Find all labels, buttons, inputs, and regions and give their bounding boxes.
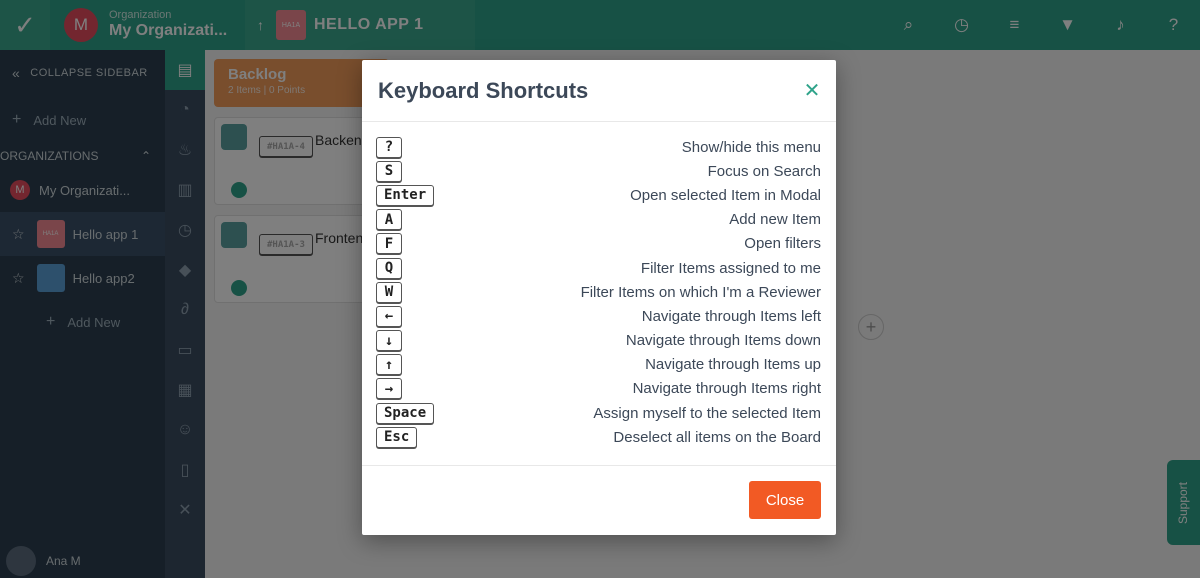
shortcut-row: S Focus on Search [376, 159, 821, 183]
modal-footer: Close [362, 466, 836, 534]
shortcut-row: Esc Deselect all items on the Board [376, 425, 821, 449]
shortcut-row: Enter Open selected Item in Modal [376, 183, 821, 207]
shortcut-row: ↑ Navigate through Items up [376, 353, 821, 377]
key-cap: A [376, 209, 402, 231]
shortcut-row: Space Assign myself to the selected Item [376, 401, 821, 425]
shortcut-row: A Add new Item [376, 208, 821, 232]
shortcut-description: Navigate through Items up [645, 356, 821, 374]
keyboard-shortcuts-modal: Keyboard Shortcuts ✕ ? Show/hide this me… [362, 60, 836, 535]
shortcut-description: Navigate through Items right [632, 380, 821, 398]
close-button[interactable]: Close [749, 481, 821, 519]
key-cap: Enter [376, 184, 435, 206]
shortcut-row: W Filter Items on which I'm a Reviewer [376, 280, 821, 304]
key-cap: F [376, 233, 402, 255]
key-cap: ↓ [376, 330, 402, 352]
shortcut-description: Filter Items assigned to me [640, 259, 821, 277]
modal-header: Keyboard Shortcuts ✕ [362, 60, 836, 122]
shortcut-description: Deselect all items on the Board [613, 428, 821, 446]
modal-title: Keyboard Shortcuts [378, 77, 589, 103]
key-cap: ? [376, 136, 402, 158]
shortcut-row: Q Filter Items assigned to me [376, 256, 821, 280]
shortcut-description: Assign myself to the selected Item [593, 404, 821, 422]
shortcut-description: Focus on Search [707, 162, 821, 180]
key-cap: ↑ [376, 354, 402, 376]
close-icon[interactable]: ✕ [800, 78, 824, 102]
shortcut-row: → Navigate through Items right [376, 377, 821, 401]
key-cap: ← [376, 305, 402, 327]
shortcut-row: ? Show/hide this menu [376, 135, 821, 159]
shortcut-description: Show/hide this menu [681, 138, 821, 156]
key-cap: → [376, 378, 402, 400]
key-cap: W [376, 281, 402, 303]
shortcut-description: Navigate through Items left [641, 307, 821, 325]
shortcut-list: ? Show/hide this menu S Focus on Search … [362, 122, 836, 466]
shortcut-description: Navigate through Items down [625, 332, 821, 350]
shortcut-row: F Open filters [376, 232, 821, 256]
shortcut-description: Filter Items on which I'm a Reviewer [580, 283, 821, 301]
shortcut-description: Open filters [744, 235, 821, 253]
shortcut-row: ← Navigate through Items left [376, 304, 821, 328]
key-cap: Esc [376, 426, 418, 448]
key-cap: S [376, 160, 402, 182]
key-cap: Space [376, 402, 435, 424]
shortcut-description: Add new Item [729, 211, 821, 229]
shortcut-row: ↓ Navigate through Items down [376, 329, 821, 353]
key-cap: Q [376, 257, 402, 279]
shortcut-description: Open selected Item in Modal [630, 186, 821, 204]
